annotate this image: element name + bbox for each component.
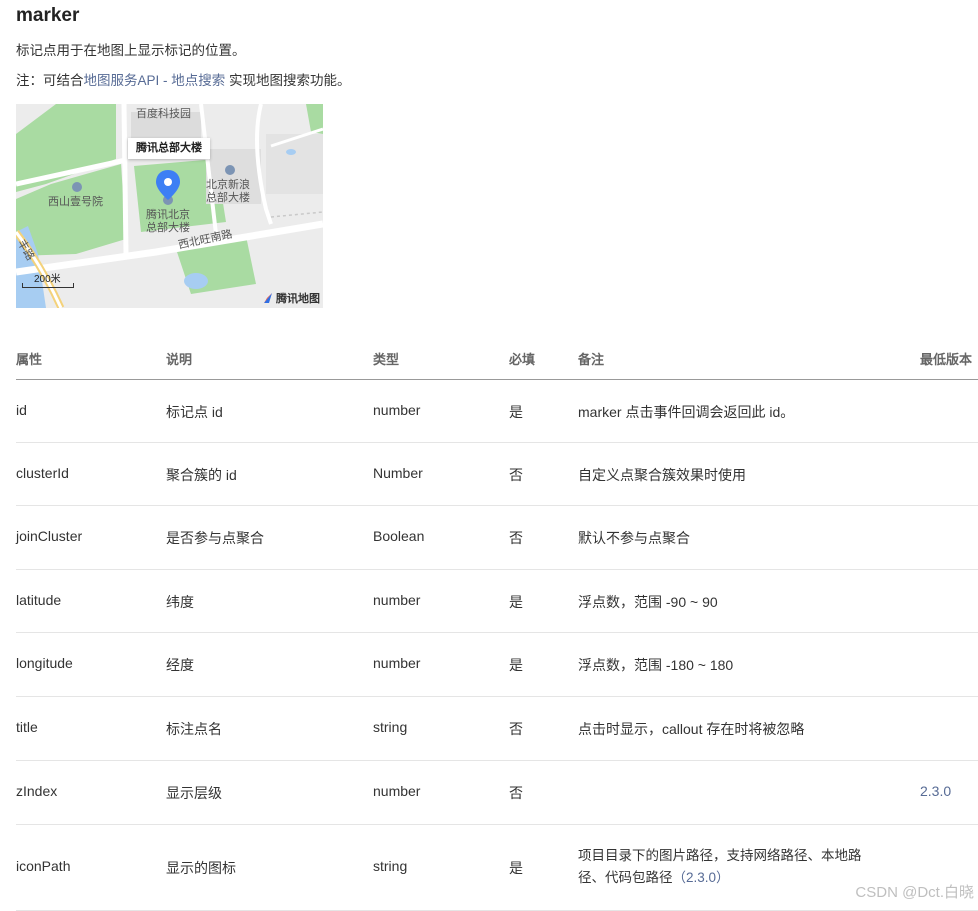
header-desc: 说明 [166, 352, 193, 367]
cell-type: number [373, 783, 421, 799]
map-callout: 腾讯总部大楼 [128, 138, 210, 159]
table-row: latitude 纬度 number 是 浮点数，范围 -90 ~ 90 [16, 570, 978, 633]
cell-required: 否 [509, 467, 523, 483]
map-scale-bar [22, 283, 74, 288]
cell-attr: iconPath [16, 858, 71, 874]
attributes-table: 属性 说明 类型 必填 备注 最低版本 id 标记点 id number 是 m… [16, 337, 978, 911]
cell-attr: clusterId [16, 465, 69, 481]
cell-required: 否 [509, 721, 523, 737]
cell-attr: latitude [16, 592, 62, 608]
table-row: clusterId 聚合簇的 id Number 否 自定义点聚合簇效果时使用 [16, 443, 978, 506]
table-row: joinCluster 是否参与点聚合 Boolean 否 默认不参与点聚合 [16, 506, 978, 570]
cell-attr: longitude [16, 655, 73, 671]
cell-remark: 点击时显示，callout 存在时将被忽略 [578, 721, 805, 737]
cell-type: Number [373, 465, 423, 481]
doc-page: marker 标记点用于在地图上显示标记的位置。 注：可结合地图服务API - … [0, 0, 978, 911]
cell-attr: joinCluster [16, 528, 83, 544]
map-label-tech-park: 百度科技园 [136, 108, 191, 120]
cell-remark: 自定义点聚合簇效果时使用 [578, 467, 746, 483]
cell-desc: 聚合簇的 id [166, 467, 237, 483]
cell-version: 2.3.0 [920, 783, 952, 799]
cell-required: 否 [509, 530, 523, 546]
table-row: longitude 经度 number 是 浮点数，范围 -180 ~ 180 [16, 633, 978, 697]
map-label-sina: 北京新浪 总部大楼 [206, 179, 250, 204]
cell-required: 是 [509, 860, 523, 876]
cell-remark: 浮点数，范围 -90 ~ 90 [578, 594, 718, 610]
tencent-map-logo-icon [264, 293, 272, 303]
cell-desc: 显示的图标 [166, 860, 236, 876]
cell-required: 是 [509, 594, 523, 610]
cell-required: 否 [509, 785, 523, 801]
cell-remark: 浮点数，范围 -180 ~ 180 [578, 657, 734, 673]
cell-desc: 标注点名 [166, 721, 222, 737]
cell-type: number [373, 592, 421, 608]
cell-remark: marker 点击事件回调会返回此 id。 [578, 404, 795, 420]
note-suffix: 实现地图搜索功能。 [225, 73, 351, 88]
cell-remark: 项目目录下的图片路径，支持网络路径、本地路径、代码包路径（2.3.0） [578, 845, 878, 889]
cell-desc: 经度 [166, 657, 194, 673]
section-title: marker [16, 5, 80, 26]
section-description: 标记点用于在地图上显示标记的位置。 [16, 43, 246, 58]
cell-attr: id [16, 402, 27, 418]
table-row: zIndex 显示层级 number 否 2.3.0 [16, 761, 978, 825]
api-search-link[interactable]: 地图服务API - 地点搜索 [84, 73, 226, 88]
header-required: 必填 [509, 352, 536, 367]
table-row: iconPath 显示的图标 string 是 项目目录下的图片路径，支持网络路… [16, 825, 978, 911]
cell-type: string [373, 858, 408, 874]
cell-type: string [373, 719, 408, 735]
table-header: 属性 说明 类型 必填 备注 最低版本 [16, 337, 978, 380]
map-label-tencent-bj: 腾讯北京 总部大楼 [146, 209, 190, 234]
cell-type: Boolean [373, 528, 425, 544]
cell-desc: 显示层级 [166, 785, 222, 801]
cell-attr: zIndex [16, 783, 58, 799]
table-row: title 标注点名 string 否 点击时显示，callout 存在时将被忽… [16, 697, 978, 761]
cell-attr: title [16, 719, 38, 735]
cell-remark: 默认不参与点聚合 [578, 530, 690, 546]
cell-remark-version: （2.3.0） [672, 870, 730, 885]
table-row: id 标记点 id number 是 marker 点击事件回调会返回此 id。 [16, 380, 978, 443]
map-preview[interactable]: 百度科技园 腾讯总部大楼 西山壹号院 北京新浪 总部大楼 腾讯北京 总部大楼 西… [16, 104, 323, 308]
cell-type: number [373, 402, 421, 418]
map-label-xishan: 西山壹号院 [48, 196, 103, 208]
cell-desc: 标记点 id [166, 404, 223, 420]
cell-desc: 纬度 [166, 594, 194, 610]
header-type: 类型 [373, 352, 400, 367]
header-version: 最低版本 [920, 352, 973, 367]
note-line: 注：可结合地图服务API - 地点搜索 实现地图搜索功能。 [16, 72, 351, 90]
header-remark: 备注 [578, 352, 605, 367]
cell-type: number [373, 655, 421, 671]
cell-desc: 是否参与点聚合 [166, 530, 264, 546]
header-attr: 属性 [16, 352, 43, 367]
map-logo: 腾讯地图 [262, 290, 320, 306]
note-prefix: 注：可结合 [16, 73, 84, 88]
csdn-watermark: CSDN @Dct.白晓 [855, 884, 974, 901]
map-logo-label: 腾讯地图 [276, 293, 320, 305]
cell-required: 是 [509, 404, 523, 420]
cell-required: 是 [509, 657, 523, 673]
